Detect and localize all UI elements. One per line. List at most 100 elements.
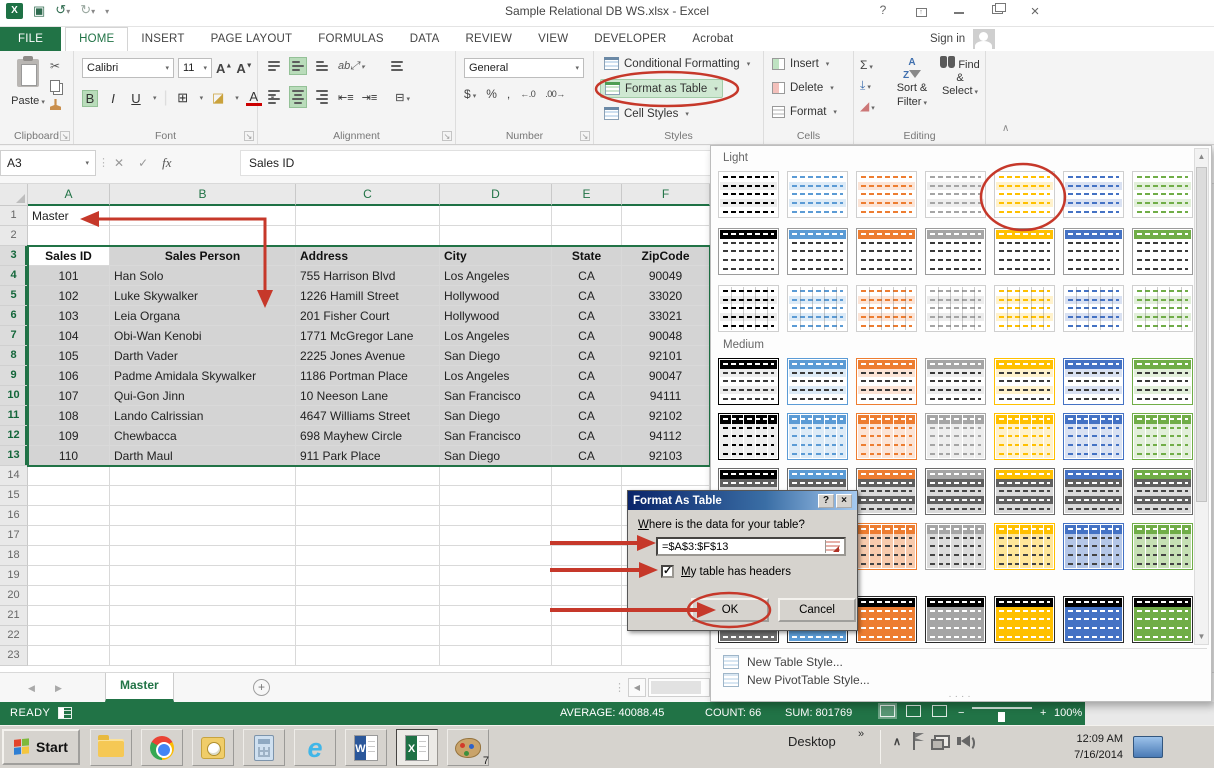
table-style-medium2-green[interactable]: [1132, 413, 1193, 460]
row-header-13[interactable]: 13: [0, 446, 28, 466]
table-style-dark1-orange[interactable]: [856, 596, 917, 643]
decrease-indent-button[interactable]: ⇤≡: [338, 91, 354, 104]
table-style-light2-green[interactable]: [1132, 228, 1193, 275]
font-size-select[interactable]: 11▾: [178, 58, 212, 78]
new-pivottable-style-item[interactable]: New PivotTable Style...: [723, 673, 870, 687]
cell-E23[interactable]: [552, 646, 622, 666]
table-style-light2-black-white[interactable]: [718, 228, 779, 275]
enter-formula-icon[interactable]: ✓: [138, 156, 148, 170]
hscroll-left-icon[interactable]: ◀: [628, 678, 646, 697]
cell-F13[interactable]: 92103: [622, 446, 710, 466]
new-table-style-item[interactable]: New Table Style...: [723, 655, 843, 669]
cell-E18[interactable]: [552, 546, 622, 566]
bold-button[interactable]: B: [82, 90, 98, 107]
cell-F9[interactable]: 90047: [622, 366, 710, 386]
cell-D18[interactable]: [440, 546, 552, 566]
currency-button[interactable]: $▾: [464, 87, 476, 101]
cancel-formula-icon[interactable]: ✕: [114, 156, 124, 170]
shrink-font-button[interactable]: A▼: [236, 61, 252, 76]
start-button[interactable]: Start: [2, 729, 80, 765]
cell-E10[interactable]: CA: [552, 386, 622, 406]
cell-E2[interactable]: [552, 226, 622, 246]
table-style-light3-black-white[interactable]: [718, 285, 779, 332]
row-header-8[interactable]: 8: [0, 346, 28, 366]
row-header-23[interactable]: 23: [0, 646, 28, 666]
redo-icon[interactable]: ↻▾: [80, 2, 95, 20]
gallery-scrollbar[interactable]: ▲ ▼: [1194, 148, 1209, 645]
table-style-medium1-yellow[interactable]: [994, 358, 1055, 405]
cell-B2[interactable]: [110, 226, 296, 246]
table-style-light1-green[interactable]: [1132, 171, 1193, 218]
table-style-light2-blue[interactable]: [787, 228, 848, 275]
cell-C9[interactable]: 1186 Portman Place: [296, 366, 440, 386]
taskbar-paint-button[interactable]: 7: [447, 729, 489, 766]
row-header-9[interactable]: 9: [0, 366, 28, 386]
table-style-medium2-dark-blue[interactable]: [1063, 413, 1124, 460]
column-header-c[interactable]: C: [296, 184, 440, 206]
cell-E22[interactable]: [552, 626, 622, 646]
cell-E12[interactable]: CA: [552, 426, 622, 446]
prev-sheet-icon[interactable]: ◀: [28, 683, 35, 694]
table-style-light2-dark-blue[interactable]: [1063, 228, 1124, 275]
save-icon[interactable]: ▣: [33, 3, 45, 19]
table-style-medium4-orange[interactable]: [856, 523, 917, 570]
align-left-button[interactable]: [266, 87, 282, 107]
row-header-16[interactable]: 16: [0, 506, 28, 526]
range-picker-icon[interactable]: [825, 540, 840, 553]
cell-C10[interactable]: 10 Neeson Lane: [296, 386, 440, 406]
cell-B7[interactable]: Obi-Wan Kenobi: [110, 326, 296, 346]
cell-E5[interactable]: CA: [552, 286, 622, 306]
cell-A12[interactable]: 109: [28, 426, 110, 446]
cell-B17[interactable]: [110, 526, 296, 546]
cell-B18[interactable]: [110, 546, 296, 566]
table-style-dark1-yellow[interactable]: [994, 596, 1055, 643]
merge-center-button[interactable]: ⊟▾: [395, 91, 410, 104]
number-format-select[interactable]: General▾: [464, 58, 584, 78]
cell-A13[interactable]: 110: [28, 446, 110, 466]
cell-F3[interactable]: ZipCode: [622, 246, 710, 266]
cell-D13[interactable]: San Diego: [440, 446, 552, 466]
borders-button[interactable]: ⊞: [175, 90, 191, 106]
alignment-dialog-launcher[interactable]: ↘: [442, 131, 452, 141]
sign-in[interactable]: Sign in: [930, 29, 995, 49]
table-style-light3-gray[interactable]: [925, 285, 986, 332]
table-style-medium2-orange[interactable]: [856, 413, 917, 460]
table-style-light3-yellow[interactable]: [994, 285, 1055, 332]
table-style-light2-yellow[interactable]: [994, 228, 1055, 275]
cell-B8[interactable]: Darth Vader: [110, 346, 296, 366]
cell-D16[interactable]: [440, 506, 552, 526]
table-style-light3-orange[interactable]: [856, 285, 917, 332]
table-style-light3-blue[interactable]: [787, 285, 848, 332]
cell-E1[interactable]: [552, 206, 622, 226]
table-style-medium2-gray[interactable]: [925, 413, 986, 460]
cell-A6[interactable]: 103: [28, 306, 110, 326]
font-dialog-launcher[interactable]: ↘: [244, 131, 254, 141]
row-header-21[interactable]: 21: [0, 606, 28, 626]
row-header-14[interactable]: 14: [0, 466, 28, 486]
cell-A9[interactable]: 106: [28, 366, 110, 386]
cell-A14[interactable]: [28, 466, 110, 486]
cell-D8[interactable]: San Diego: [440, 346, 552, 366]
cell-E21[interactable]: [552, 606, 622, 626]
cell-E7[interactable]: CA: [552, 326, 622, 346]
minimize-button[interactable]: [948, 3, 970, 20]
scroll-up-icon[interactable]: ▲: [1195, 149, 1208, 164]
cell-D2[interactable]: [440, 226, 552, 246]
align-center-button[interactable]: [290, 87, 306, 107]
cell-B12[interactable]: Chewbacca: [110, 426, 296, 446]
row-header-11[interactable]: 11: [0, 406, 28, 426]
column-header-e[interactable]: E: [552, 184, 622, 206]
sheet-tab-master[interactable]: Master: [105, 673, 174, 702]
column-header-a[interactable]: A: [28, 184, 110, 206]
row-header-18[interactable]: 18: [0, 546, 28, 566]
cell-A3[interactable]: Sales ID: [28, 246, 110, 266]
cell-D14[interactable]: [440, 466, 552, 486]
format-as-table-button[interactable]: Format as Table▾: [600, 79, 723, 98]
cell-C2[interactable]: [296, 226, 440, 246]
increase-decimal-button[interactable]: ←.0: [520, 89, 535, 99]
cell-A7[interactable]: 104: [28, 326, 110, 346]
row-header-2[interactable]: 2: [0, 226, 28, 246]
cell-C3[interactable]: Address: [296, 246, 440, 266]
cell-B20[interactable]: [110, 586, 296, 606]
cell-E3[interactable]: State: [552, 246, 622, 266]
